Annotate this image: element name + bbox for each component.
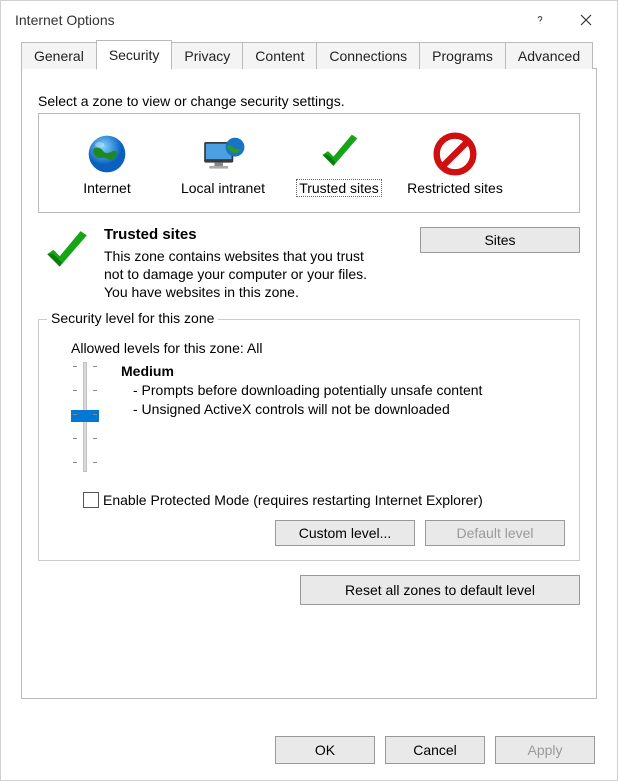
zone-detail-line1: This zone contains websites that you tru… <box>104 247 374 283</box>
tab-connections[interactable]: Connections <box>316 42 420 69</box>
check-icon <box>38 225 94 301</box>
tab-advanced[interactable]: Advanced <box>505 42 593 69</box>
tab-security[interactable]: Security <box>96 40 173 70</box>
zone-detail-line2: You have websites in this zone. <box>104 283 410 301</box>
allowed-levels-label: Allowed levels for this zone: All <box>71 340 565 356</box>
zone-detail-title: Trusted sites <box>104 225 410 245</box>
level-bullet-2: - Unsigned ActiveX controls will not be … <box>121 400 482 419</box>
level-description: Medium - Prompts before downloading pote… <box>121 362 482 472</box>
zone-trusted-sites[interactable]: Trusted sites <box>281 127 397 199</box>
default-level-button[interactable]: Default level <box>425 520 565 546</box>
ok-button[interactable]: OK <box>275 736 375 764</box>
zone-label: Restricted sites <box>407 180 503 196</box>
level-name: Medium <box>121 362 482 381</box>
check-icon <box>281 129 397 177</box>
globe-icon <box>49 130 165 178</box>
window-title: Internet Options <box>15 12 517 28</box>
close-button[interactable] <box>563 5 609 35</box>
cancel-button[interactable]: Cancel <box>385 736 485 764</box>
sites-button[interactable]: Sites <box>420 227 580 253</box>
zone-instruction: Select a zone to view or change security… <box>38 93 580 109</box>
monitor-globe-icon <box>165 130 281 178</box>
zone-list: Internet Local intranet Trusted sites Re… <box>38 113 580 213</box>
security-panel: Select a zone to view or change security… <box>21 69 597 699</box>
security-level-group: Security level for this zone Allowed lev… <box>38 319 580 561</box>
level-bullet-1: - Prompts before downloading potentially… <box>121 381 482 400</box>
zone-label: Local intranet <box>181 180 265 196</box>
prohibit-icon <box>397 130 513 178</box>
zone-local-intranet[interactable]: Local intranet <box>165 128 281 198</box>
apply-button[interactable]: Apply <box>495 736 595 764</box>
tab-privacy[interactable]: Privacy <box>171 42 243 69</box>
help-icon <box>533 13 547 27</box>
dialog-button-bar: OK Cancel Apply <box>1 736 617 780</box>
close-icon <box>580 14 592 26</box>
zone-label: Trusted sites <box>296 179 382 197</box>
security-level-slider[interactable] <box>65 362 105 472</box>
internet-options-dialog: Internet Options General Security Privac… <box>0 0 618 781</box>
protected-mode-label: Enable Protected Mode (requires restarti… <box>103 492 483 508</box>
reset-all-zones-button[interactable]: Reset all zones to default level <box>300 575 580 605</box>
tab-strip: General Security Privacy Content Connect… <box>1 39 617 69</box>
tab-programs[interactable]: Programs <box>419 42 506 69</box>
titlebar: Internet Options <box>1 1 617 39</box>
help-button[interactable] <box>517 5 563 35</box>
zone-label: Internet <box>83 180 130 196</box>
group-legend: Security level for this zone <box>47 310 218 326</box>
protected-mode-checkbox[interactable] <box>83 492 99 508</box>
tab-content[interactable]: Content <box>242 42 317 69</box>
zone-restricted-sites[interactable]: Restricted sites <box>397 128 513 198</box>
zone-internet[interactable]: Internet <box>49 128 165 198</box>
tab-general[interactable]: General <box>21 42 97 69</box>
custom-level-button[interactable]: Custom level... <box>275 520 415 546</box>
zone-details: Trusted sites This zone contains website… <box>38 225 580 301</box>
